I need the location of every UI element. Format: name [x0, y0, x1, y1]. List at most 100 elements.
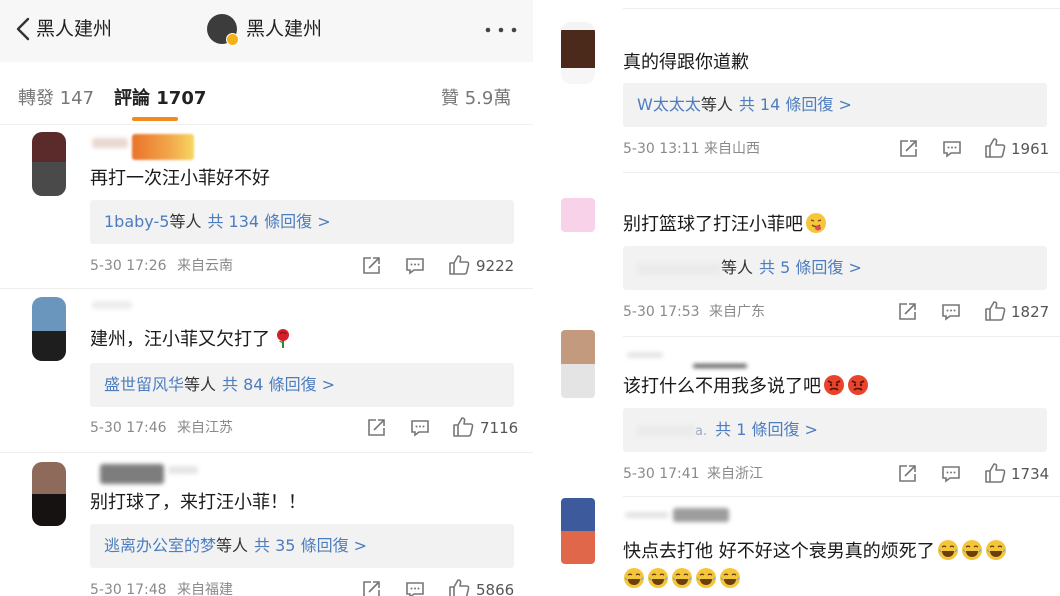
laugh-cry-face-emoji-icon — [672, 568, 692, 588]
angry-face-emoji-icon — [824, 375, 844, 395]
tab-repost[interactable]: 轉發 147 — [18, 86, 94, 112]
reply-mid: 等人 — [184, 375, 217, 394]
profile-avatar[interactable] — [207, 14, 239, 46]
reply-users: 盛世留风华 — [104, 375, 185, 394]
comment-source: 来自广东 — [709, 304, 765, 320]
avatar[interactable] — [561, 330, 595, 398]
like-count: 9222 — [476, 257, 515, 275]
divider — [623, 336, 1060, 337]
divider — [0, 288, 533, 289]
like-count: 5866 — [476, 581, 515, 596]
username-redacted — [693, 364, 747, 368]
avatar[interactable] — [561, 198, 595, 232]
username-redacted — [625, 512, 669, 518]
share-icon[interactable] — [360, 255, 382, 277]
comment-icon[interactable] — [404, 255, 426, 277]
comment-time: 5-30 17:26 — [90, 258, 167, 274]
share-icon[interactable] — [896, 301, 918, 323]
comment-source: 来自浙江 — [707, 466, 763, 482]
username-redacted — [92, 138, 128, 148]
reply-summary[interactable]: 逃离办公室的梦等人共 35 條回復 > — [90, 524, 514, 568]
share-icon[interactable] — [360, 579, 382, 596]
verified-badge-icon — [226, 33, 239, 46]
reply-users-redacted — [637, 262, 721, 275]
comment-time: 5-30 17:41 — [623, 466, 700, 482]
username-redacted — [673, 508, 729, 522]
comment-time: 5-30 13:11 — [623, 141, 700, 157]
comment-icon[interactable] — [940, 301, 962, 323]
back-arrow-icon[interactable] — [12, 14, 34, 44]
comment-text: 快点去打他 好不好这个衰男真的烦死了 — [623, 538, 1053, 594]
laugh-cry-face-emoji-icon — [696, 568, 716, 588]
reply-mid: 等人 — [216, 536, 249, 555]
reply-summary[interactable]: 盛世留风华等人共 84 條回復 > — [90, 363, 514, 407]
comment-icon[interactable] — [409, 417, 431, 439]
reply-summary[interactable]: a. 共 1 條回復 > — [623, 408, 1047, 452]
like-count: 1734 — [1011, 465, 1050, 483]
comment-text: 别打篮球了打汪小菲吧 — [623, 212, 827, 238]
like-icon[interactable] — [452, 416, 474, 438]
angry-face-emoji-icon — [848, 375, 868, 395]
divider — [623, 496, 1060, 497]
comment-time: 5-30 17:46 — [90, 420, 167, 436]
reply-summary[interactable]: 等人共 5 條回復 > — [623, 246, 1047, 290]
rose-emoji-icon — [277, 329, 289, 348]
reply-users: 逃离办公室的梦 — [104, 536, 217, 555]
comment-source: 来自云南 — [177, 258, 233, 274]
share-icon[interactable] — [896, 463, 918, 485]
comment-icon[interactable] — [941, 138, 963, 160]
reply-count: 共 84 條回復 > — [222, 375, 336, 394]
reply-count: 共 35 條回復 > — [254, 536, 368, 555]
reply-count: 共 1 條回復 > — [715, 420, 818, 439]
avatar[interactable] — [32, 462, 66, 526]
page-title: 黑人建州 — [246, 18, 323, 40]
back-label[interactable]: 黑人建州 — [36, 14, 112, 44]
reply-mid: a. — [695, 424, 708, 439]
comment-text: 真的得跟你道歉 — [623, 52, 749, 73]
like-count: 1827 — [1011, 303, 1050, 321]
avatar[interactable] — [32, 132, 66, 196]
username-redacted — [92, 301, 132, 309]
laugh-cry-face-emoji-icon — [720, 568, 740, 588]
share-icon[interactable] — [365, 417, 387, 439]
panel-divider — [533, 0, 541, 596]
username-redacted — [100, 464, 164, 484]
reply-summary[interactable]: W太太太等人共 14 條回復 > — [623, 83, 1047, 127]
like-count: 7116 — [480, 419, 519, 437]
like-icon[interactable] — [984, 300, 1006, 322]
reply-count: 共 14 條回復 > — [738, 95, 852, 114]
laugh-cry-face-emoji-icon — [961, 540, 982, 560]
laugh-cry-face-emoji-icon — [937, 540, 958, 560]
tongue-face-emoji-icon — [806, 213, 826, 233]
like-count: 1961 — [1011, 140, 1050, 158]
top-nav-bar: 黑人建州 黑人建州 — [0, 0, 533, 62]
avatar[interactable] — [561, 22, 595, 84]
like-icon[interactable] — [448, 578, 470, 596]
reply-users: W太太太 — [637, 95, 701, 114]
reply-summary[interactable]: 1baby-5等人共 134 條回復 > — [90, 200, 514, 244]
reply-count: 共 5 條回復 > — [759, 258, 862, 277]
comment-text: 再打一次汪小菲好不好 — [90, 168, 270, 189]
comment-icon[interactable] — [940, 463, 962, 485]
more-options-icon[interactable] — [482, 20, 522, 40]
username-redacted — [168, 466, 198, 474]
divider — [0, 452, 533, 453]
tab-likes[interactable]: 贊 5.9萬 — [441, 86, 511, 112]
like-icon[interactable] — [984, 462, 1006, 484]
comment-time: 5-30 17:53 — [623, 304, 700, 320]
comment-icon[interactable] — [404, 579, 426, 596]
comment-text: 建州，汪小菲又欠打了 — [90, 327, 294, 353]
left-screenshot: 黑人建州 黑人建州 轉發 147 評論 1707 贊 5.9萬 再打一次汪小菲好… — [0, 0, 533, 596]
share-icon[interactable] — [897, 138, 919, 160]
like-icon[interactable] — [984, 137, 1006, 159]
username-redacted — [132, 134, 194, 160]
tab-comments[interactable]: 評論 1707 — [114, 86, 206, 112]
laugh-cry-face-emoji-icon — [624, 568, 644, 588]
comment-text: 别打球了，来打汪小菲！！ — [90, 492, 306, 513]
avatar[interactable] — [32, 297, 66, 361]
comment-source: 来自山西 — [704, 141, 760, 157]
avatar[interactable] — [561, 498, 595, 564]
like-icon[interactable] — [448, 254, 470, 276]
reply-mid: 等人 — [721, 258, 754, 277]
username-redacted — [627, 352, 663, 358]
